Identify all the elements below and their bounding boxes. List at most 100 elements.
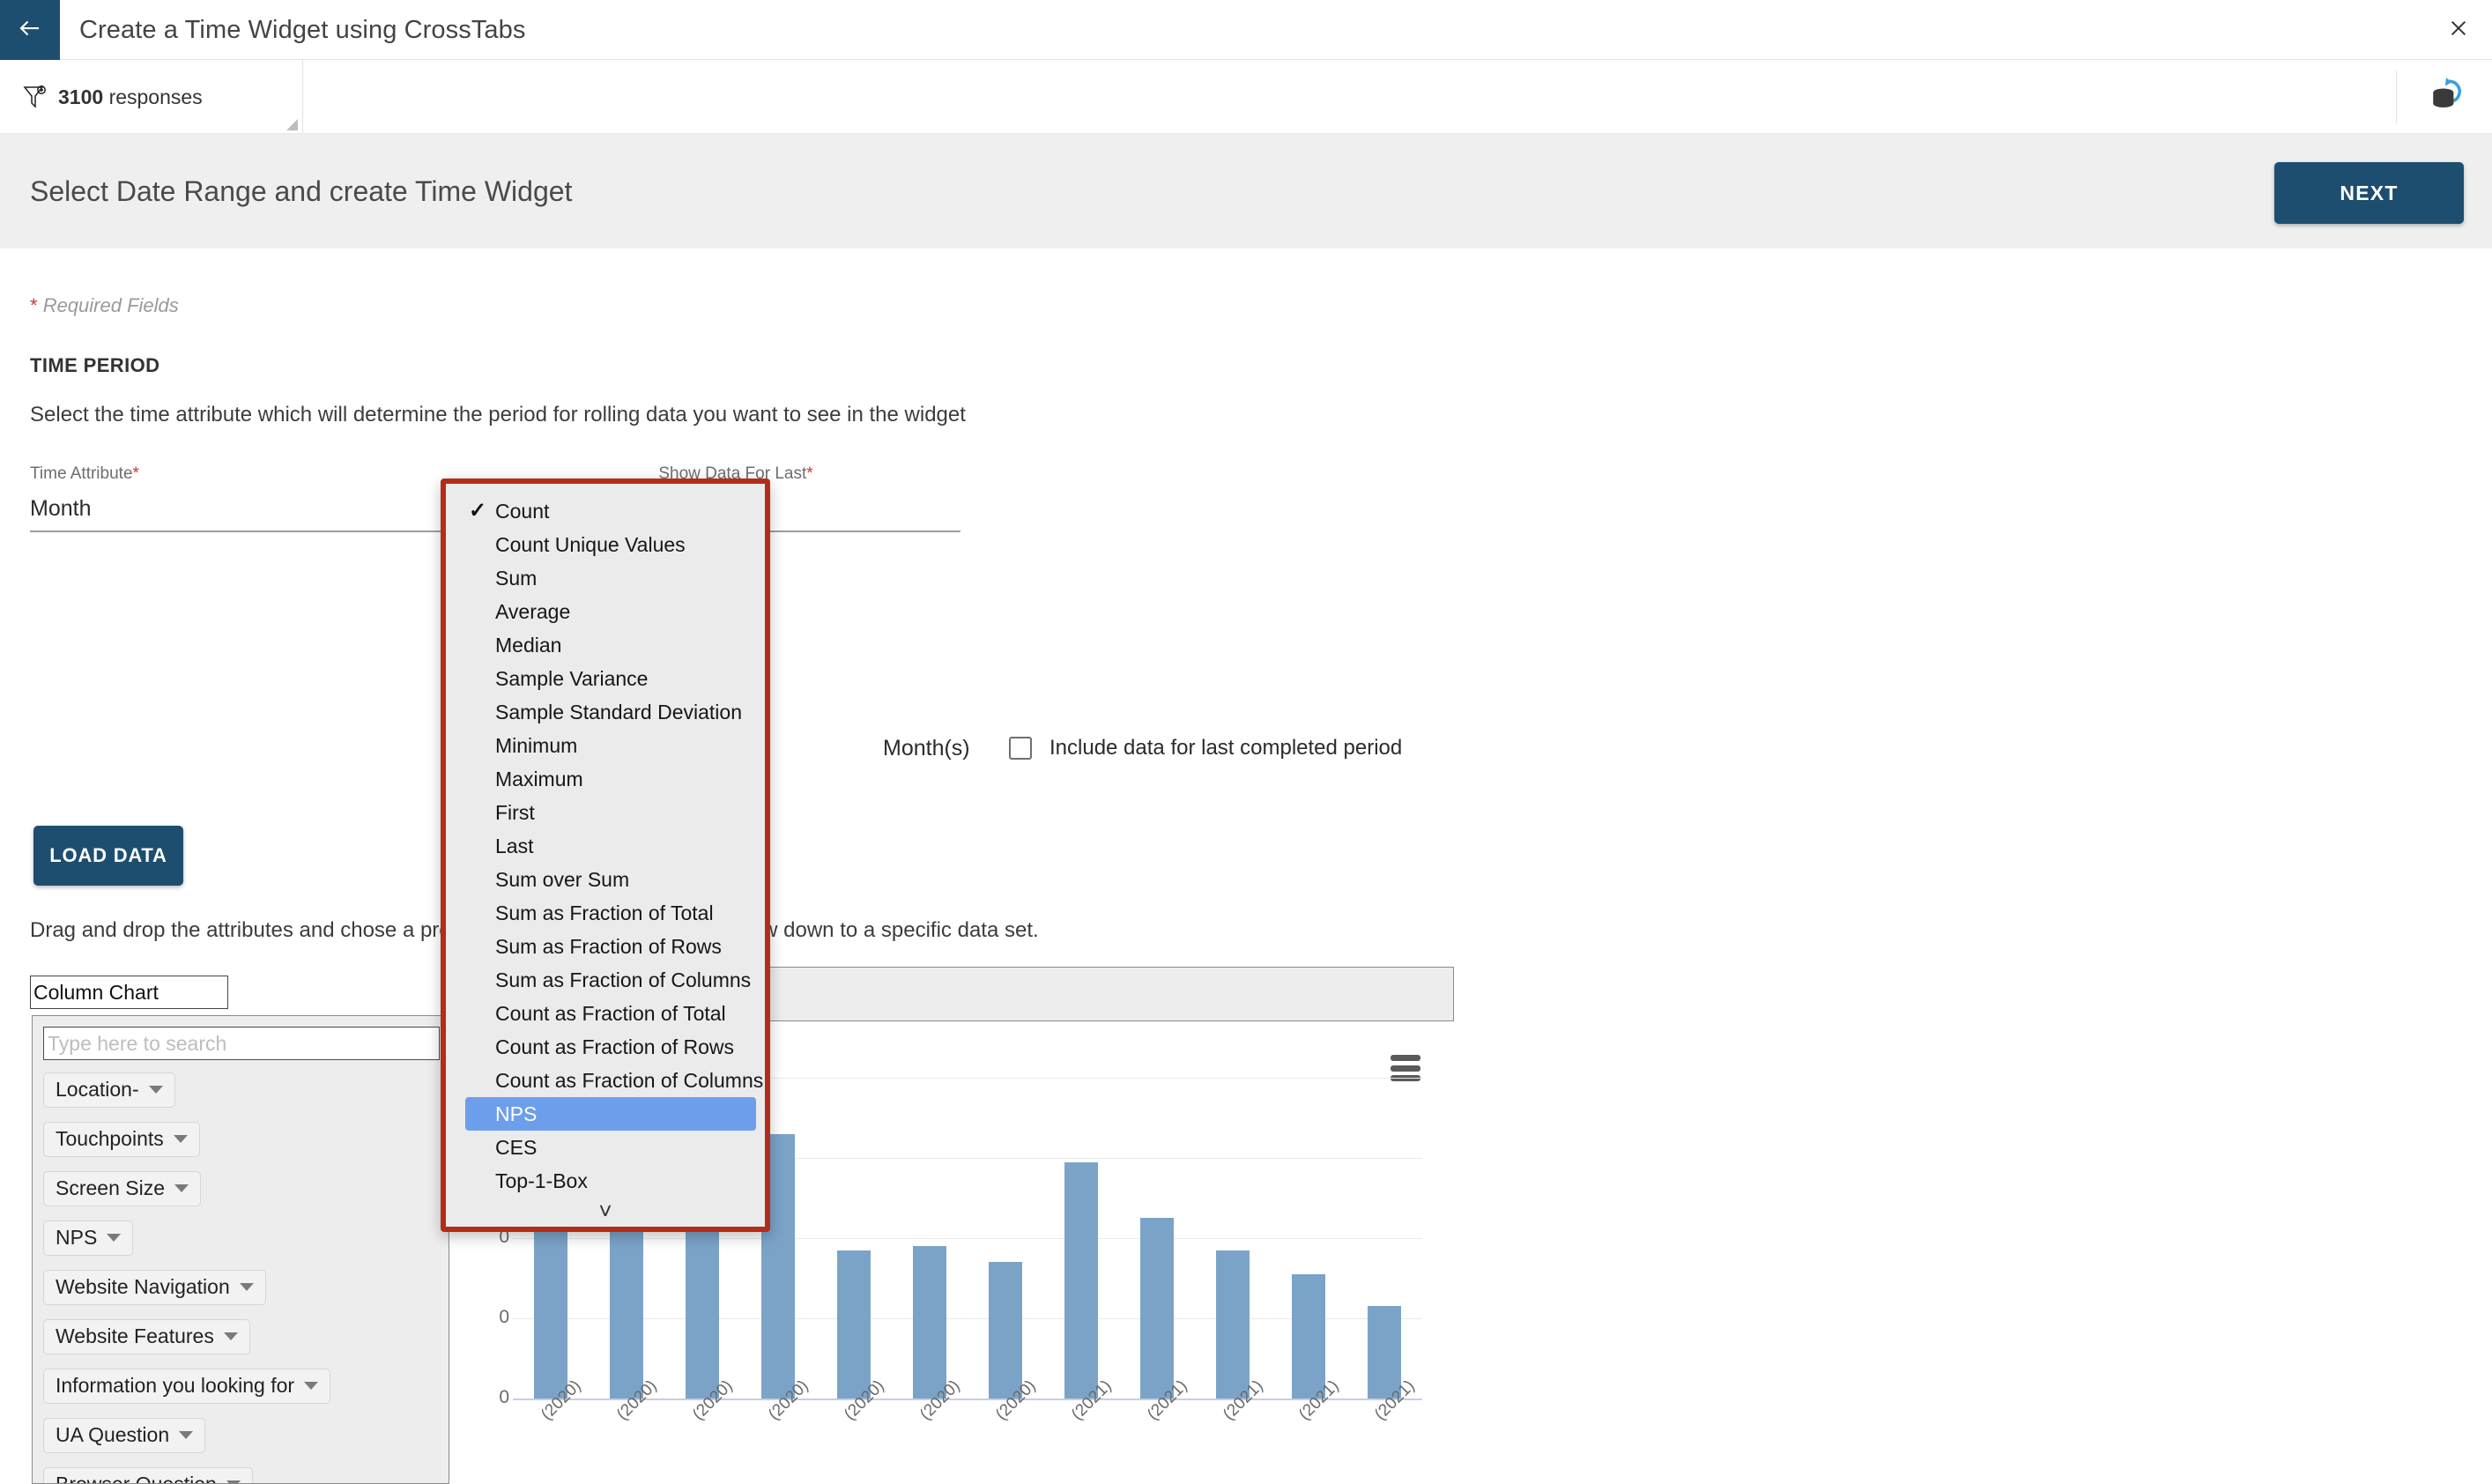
include-last-period-checkbox-row[interactable]: Include data for last completed period xyxy=(1009,736,1402,761)
bar[interactable] xyxy=(610,1230,643,1399)
attribute-search-input[interactable] xyxy=(43,1027,440,1060)
response-filter-cell[interactable]: 3100 responses xyxy=(0,60,303,134)
dropdown-item[interactable]: NPS xyxy=(465,1097,756,1131)
dropdown-item[interactable]: Top-1-Box xyxy=(446,1164,765,1198)
dropdown-item[interactable]: Maximum xyxy=(446,762,765,796)
chevron-down-icon xyxy=(174,1184,189,1192)
time-attribute-label-text: Time Attribute xyxy=(30,464,133,483)
dropdown-item[interactable]: Count Unique Values xyxy=(446,528,765,561)
dropdown-item-label: Count as Fraction of Columns xyxy=(495,1069,764,1092)
dropdown-scroll-down-arrow[interactable]: ˅ xyxy=(446,1198,765,1223)
dropdown-item[interactable]: Sum as Fraction of Total xyxy=(446,896,765,930)
chevron-down-icon xyxy=(239,1283,254,1291)
attribute-chip-label: Browser Question xyxy=(56,1473,217,1484)
time-period-section-label: TIME PERIOD xyxy=(30,354,160,376)
dropdown-item[interactable]: Sum as Fraction of Rows xyxy=(446,930,765,963)
attribute-chip[interactable]: Browser Question xyxy=(43,1467,253,1484)
dropdown-item[interactable]: Sum over Sum xyxy=(446,863,765,896)
page-header: Select Date Range and create Time Widget… xyxy=(0,134,2492,249)
required-fields-label: Required Fields xyxy=(42,294,179,316)
time-attribute-field[interactable]: Time Attribute* Month xyxy=(30,464,471,532)
attribute-chip[interactable]: Location- xyxy=(43,1072,175,1108)
dropdown-item[interactable]: Count as Fraction of Rows xyxy=(446,1030,765,1064)
next-button[interactable]: NEXT xyxy=(2274,162,2464,224)
include-last-period-checkbox[interactable] xyxy=(1009,737,1032,760)
time-attribute-value: Month xyxy=(30,496,92,521)
bar[interactable] xyxy=(1140,1218,1174,1399)
dropdown-item-label: Minimum xyxy=(495,734,578,757)
attribute-chip[interactable]: NPS xyxy=(43,1221,134,1256)
dropdown-item-label: NPS xyxy=(495,1102,538,1125)
dropdown-item[interactable]: ✓ Count xyxy=(446,494,765,528)
dropdown-item[interactable]: Median xyxy=(446,628,765,662)
gridline xyxy=(513,1238,1422,1240)
attribute-chip-label: NPS xyxy=(56,1226,98,1249)
bar[interactable] xyxy=(1216,1250,1250,1399)
attribute-chip-label: Location- xyxy=(56,1078,139,1101)
dropdown-items-container: ✓ Count Count Unique Values Sum Average Media… xyxy=(446,484,765,1227)
attribute-chip[interactable]: Website Features xyxy=(43,1319,250,1354)
top-bar: Create a Time Widget using CrossTabs xyxy=(0,0,2492,60)
attribute-chip-label: UA Question xyxy=(56,1423,170,1446)
back-button[interactable] xyxy=(0,0,60,60)
check-icon: ✓ xyxy=(469,499,487,523)
funnel-add-icon xyxy=(23,85,46,109)
required-fields-note: * Required Fields xyxy=(30,294,179,317)
chart-type-input[interactable]: Column Chart xyxy=(30,976,228,1009)
dropdown-item[interactable]: Count as Fraction of Columns xyxy=(446,1064,765,1097)
time-attribute-label: Time Attribute* xyxy=(30,464,471,484)
dropdown-item-label: Sample Variance xyxy=(495,667,649,690)
response-count-label: responses xyxy=(108,85,203,108)
dropdown-item[interactable]: Average xyxy=(446,595,765,628)
aggregation-dropdown-menu[interactable]: ✓ Count Count Unique Values Sum Average Media… xyxy=(441,479,770,1232)
dropdown-item[interactable]: Count as Fraction of Total xyxy=(446,997,765,1030)
bar[interactable] xyxy=(989,1262,1022,1399)
chevron-down-icon xyxy=(179,1431,194,1439)
dropdown-item[interactable]: Sample Variance xyxy=(446,662,765,695)
dropdown-item[interactable]: Minimum xyxy=(446,729,765,762)
dropdown-item-label: Count Unique Values xyxy=(495,533,686,556)
attribute-chip[interactable]: Touchpoints xyxy=(43,1122,200,1157)
dropdown-item-label: Count xyxy=(495,500,550,523)
attribute-chip[interactable]: Information you looking for xyxy=(43,1369,331,1404)
filter-bar: 3100 responses xyxy=(0,60,2492,134)
response-count: 3100 xyxy=(58,85,104,108)
dropdown-item-label: Sample Standard Deviation xyxy=(495,701,742,723)
attribute-chip[interactable]: Screen Size xyxy=(43,1171,202,1206)
arrow-left-icon xyxy=(17,15,43,46)
required-star: * xyxy=(30,294,38,316)
bar[interactable] xyxy=(1064,1161,1098,1399)
dropdown-item[interactable]: Sample Standard Deviation xyxy=(446,695,765,729)
chevron-down-icon xyxy=(107,1234,122,1242)
load-data-button[interactable]: LOAD DATA xyxy=(33,826,183,886)
dropdown-item[interactable]: First xyxy=(446,796,765,829)
dropdown-item[interactable]: Sum as Fraction of Columns xyxy=(446,963,765,997)
resize-handle-icon[interactable] xyxy=(286,119,298,130)
bar[interactable] xyxy=(837,1250,871,1399)
dropdown-item[interactable]: Sum xyxy=(446,561,765,595)
dropdown-item-label: Top-1-Box xyxy=(495,1169,588,1192)
attribute-chip[interactable]: Website Navigation xyxy=(43,1270,266,1305)
field-underline xyxy=(30,531,471,532)
include-last-period-label: Include data for last completed period xyxy=(1049,736,1403,760)
page-title: Create a Time Widget using CrossTabs xyxy=(79,16,526,44)
close-icon xyxy=(2449,19,2468,42)
attribute-chip-label: Information you looking for xyxy=(56,1374,295,1397)
attribute-chip[interactable]: UA Question xyxy=(43,1418,206,1453)
database-refresh-button[interactable] xyxy=(2425,74,2469,118)
chart-type-value: Column Chart xyxy=(33,980,159,1004)
bar[interactable] xyxy=(1292,1274,1325,1399)
bar[interactable] xyxy=(913,1246,946,1399)
dropdown-item-label: Sum over Sum xyxy=(495,868,630,891)
attribute-chip-list: Location- Touchpoints Screen Size NPS Websit… xyxy=(43,1072,438,1484)
close-button[interactable] xyxy=(2441,12,2476,48)
dropdown-item-label: First xyxy=(495,801,535,824)
dropdown-item-label: CES xyxy=(495,1136,538,1159)
dropdown-item[interactable]: CES xyxy=(446,1131,765,1164)
dropdown-item-label: Sum as Fraction of Total xyxy=(495,902,714,924)
chevron-down-icon xyxy=(226,1480,241,1483)
dropdown-item-label: Count as Fraction of Rows xyxy=(495,1035,735,1058)
dropdown-item[interactable]: Last xyxy=(446,829,765,863)
dropdown-item-label: Sum xyxy=(495,567,538,590)
database-refresh-icon xyxy=(2429,76,2466,117)
